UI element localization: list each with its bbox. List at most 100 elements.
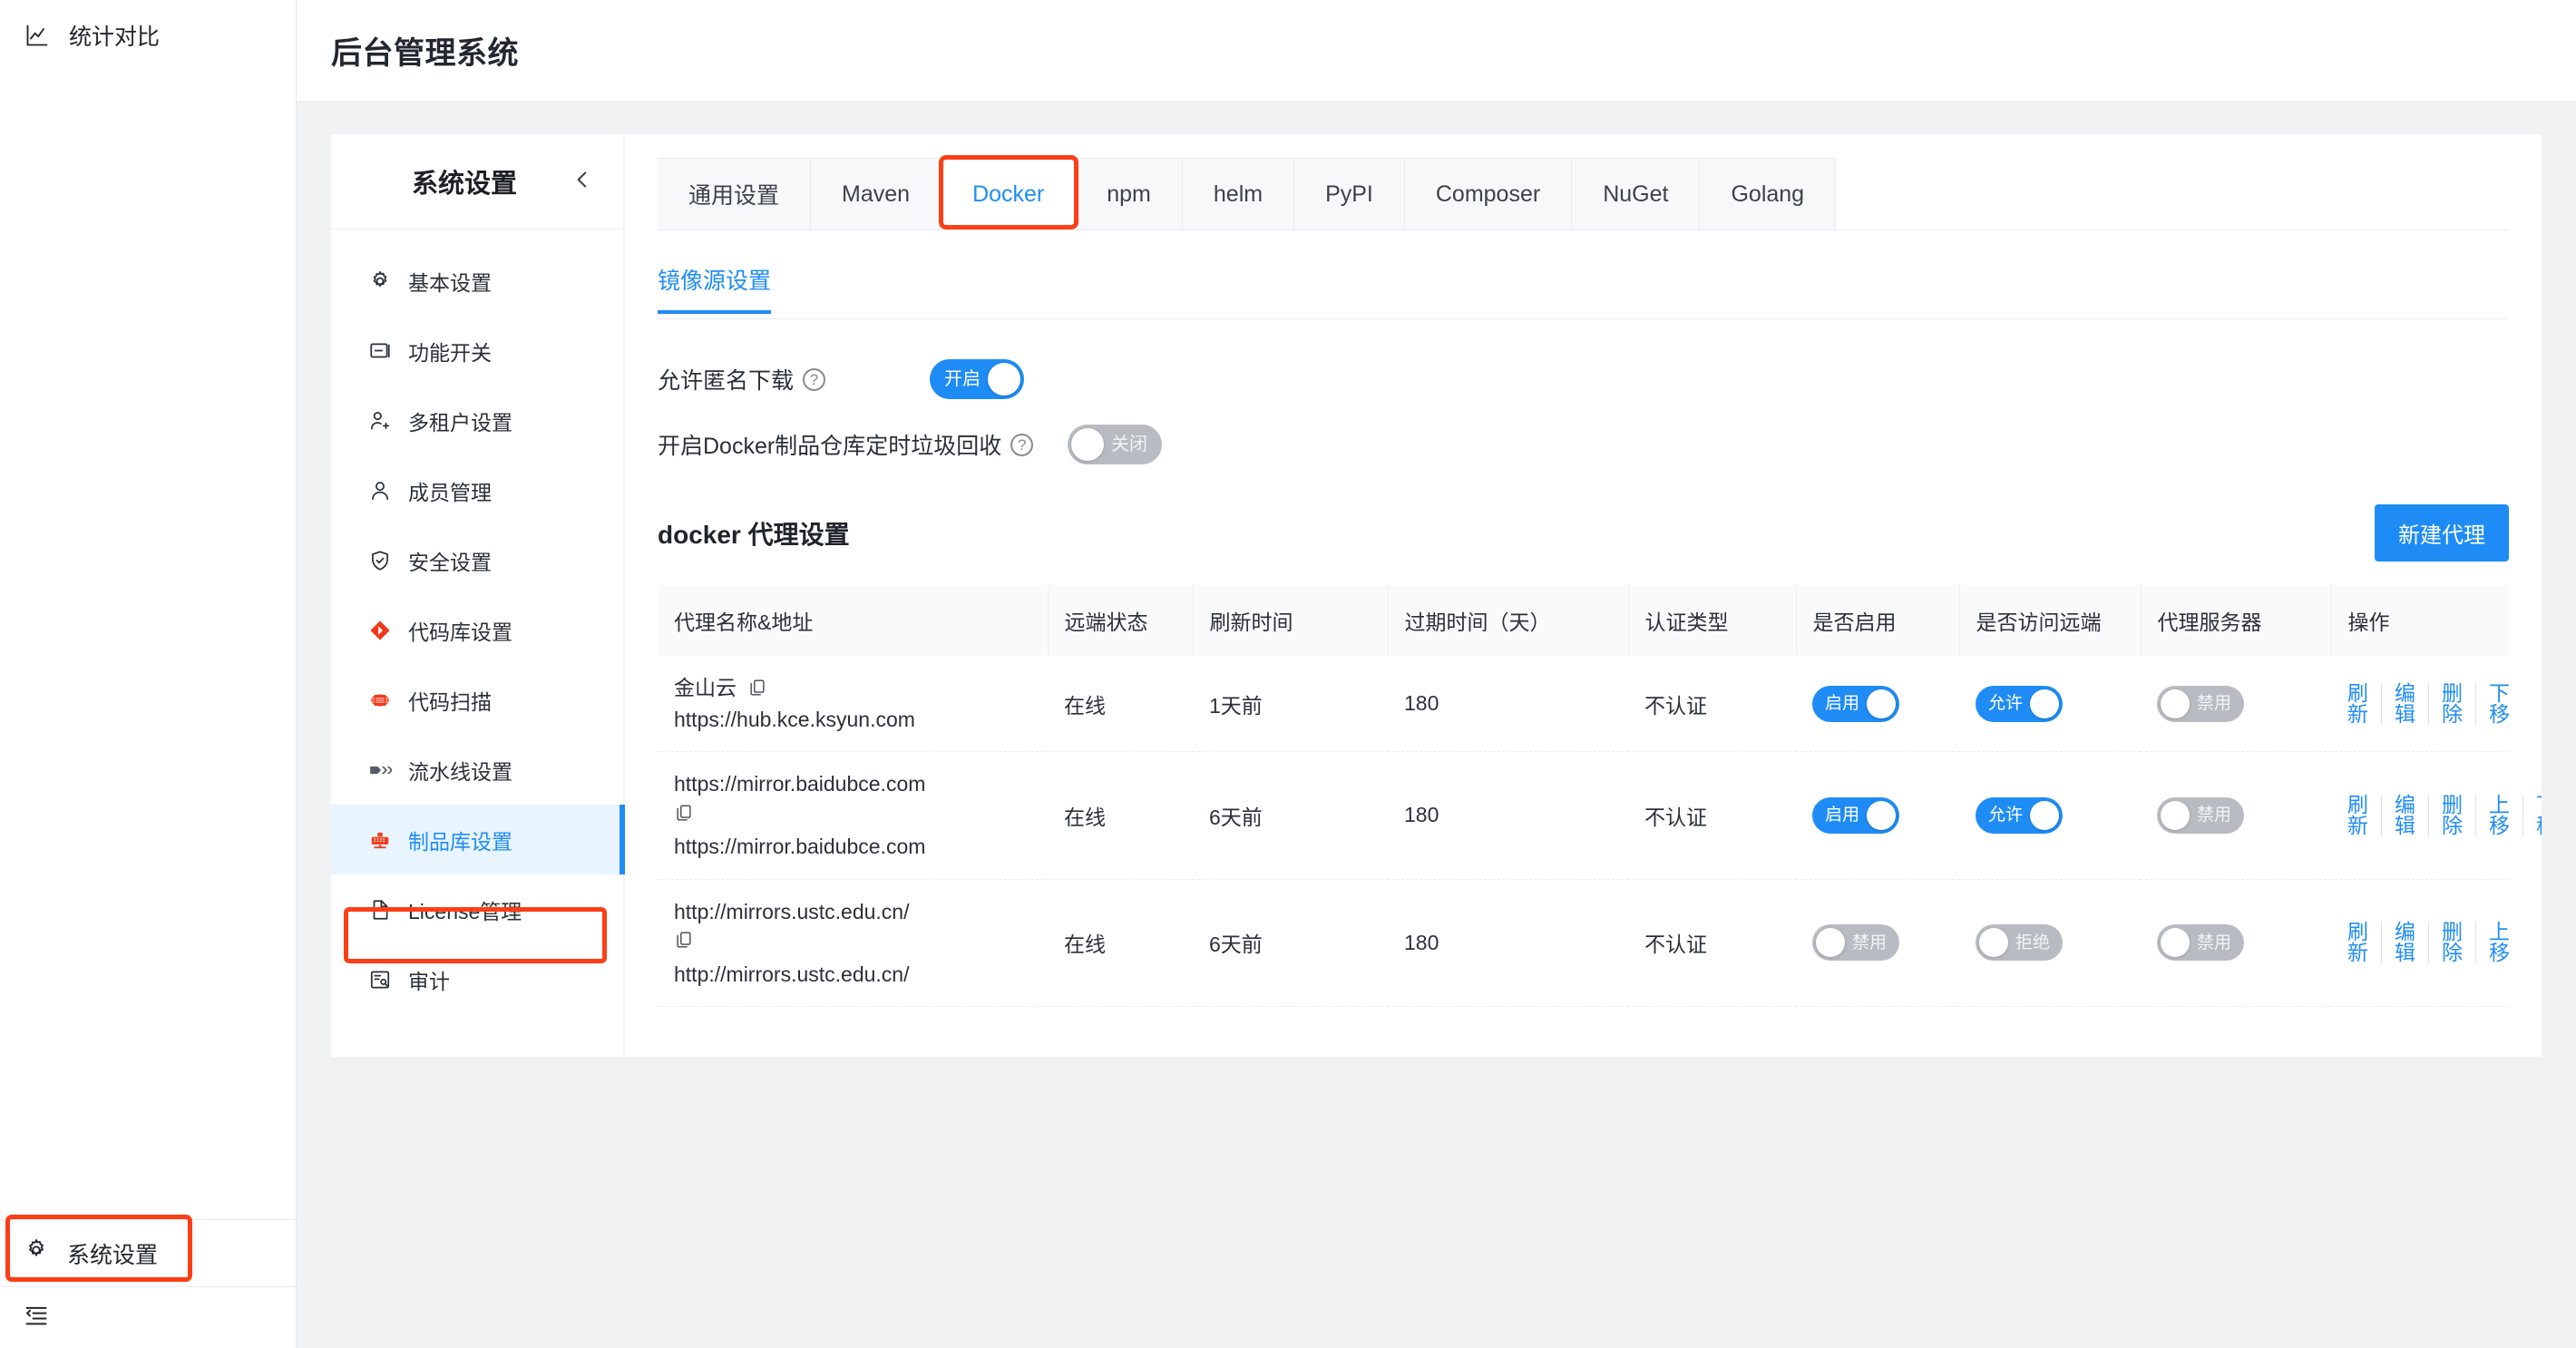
content-card: 通用设置 Maven Docker npm helm PyPI Composer NuGet G… [625, 134, 2542, 1057]
proxy-enabled-switch-label: 禁用 [1852, 933, 1888, 952]
sidebar-item-10[interactable]: License管理 [331, 874, 623, 944]
sidebar-item-6[interactable]: 代码库设置 [331, 595, 623, 665]
settings-sidebar-header: 系统设置 [331, 134, 623, 230]
sidebar-item-label: 审计 [408, 969, 450, 993]
proxy-refresh-time: 6天前 [1193, 879, 1388, 1007]
proxy-server-switch[interactable]: 禁用 [2157, 685, 2245, 722]
nav-collapse-toggle[interactable] [0, 1286, 296, 1348]
proxy-access-remote-switch-label: 允许 [1988, 806, 2024, 825]
page-title: 后台管理系统 [331, 36, 519, 71]
switch-knob [2161, 689, 2190, 718]
sidebar-item-4[interactable]: 成员管理 [331, 455, 623, 525]
copy-icon[interactable] [674, 803, 694, 823]
proxy-enabled-switch[interactable]: 启用 [1812, 685, 1900, 722]
proxy-name-line: https://mirror.baidubce.com [674, 768, 1048, 800]
sidebar-item-label: 制品库设置 [408, 829, 512, 854]
table-header-row: 代理名称&地址 远端状态 刷新时间 过期时间（天） 认证类型 是否启用 是否访问远端 代理服务… [658, 585, 2509, 656]
nav-item-system-settings[interactable]: 系统设置 [0, 1215, 296, 1286]
sidebar-item-5[interactable]: 安全设置 [331, 525, 623, 595]
switch-knob [2161, 800, 2190, 830]
sidebar-item-label: 代码库设置 [408, 620, 512, 644]
proxy-actions-cell: 刷新 编辑 删除 下移 [2331, 656, 2510, 752]
anonymous-download-switch[interactable]: 开启 [930, 359, 1024, 399]
action-link-1[interactable]: 刷新 [2347, 922, 2382, 964]
sidebar-item-label: 功能开关 [408, 340, 492, 365]
tab-npm[interactable]: npm [1076, 158, 1183, 230]
proxy-enabled-switch[interactable]: 启用 [1812, 796, 1900, 834]
tab-通用设置[interactable]: 通用设置 [658, 158, 812, 230]
proxy-enabled-switch[interactable]: 禁用 [1812, 924, 1900, 962]
switch-knob [2030, 689, 2060, 718]
proxy-server-switch[interactable]: 禁用 [2157, 924, 2245, 962]
copy-icon[interactable] [674, 930, 694, 950]
sidebar-item-7[interactable]: 代码扫描 [331, 665, 623, 735]
tab-maven[interactable]: Maven [811, 158, 942, 230]
sidebar-item-8[interactable]: 流水线设置 [331, 735, 623, 805]
action-link-2[interactable]: 编辑 [2382, 922, 2429, 964]
proxy-expire-days: 180 [1388, 751, 1628, 880]
action-link-1[interactable]: 刷新 [2347, 794, 2382, 836]
proxy-enabled-switch-cell: 启用 [1796, 751, 1959, 880]
proxy-actions-cell: 刷新编辑删除上移下移 [2331, 751, 2542, 880]
proxy-section-row: docker 代理设置 新建代理 [658, 504, 2509, 562]
proxy-auth-type: 不认证 [1628, 751, 1796, 880]
artifact-icon [367, 827, 392, 852]
switch-knob [988, 363, 1020, 396]
table-col-header-2: 远端状态 [1048, 585, 1194, 656]
nav-item-statistics[interactable]: 统计对比 [0, 0, 296, 71]
proxy-enabled-switch-cell: 禁用 [1796, 879, 1959, 1007]
action-link-4[interactable]: 下移 [2476, 682, 2510, 725]
sidebar-item-1[interactable]: 基本设置 [331, 246, 623, 316]
action-link-1[interactable]: 刷新 [2347, 682, 2382, 725]
sidebar-item-11[interactable]: 审计 [331, 944, 623, 1014]
sidebar-item-3[interactable]: 多租户设置 [331, 386, 623, 455]
proxy-server-switch-cell: 禁用 [2141, 751, 2331, 880]
action-link-3[interactable]: 删除 [2429, 794, 2476, 836]
action-link-3[interactable]: 删除 [2429, 682, 2476, 725]
action-link-4[interactable]: 上移 [2476, 922, 2510, 963]
main-region: 后台管理系统 系统设置 基本设置功能开关多租户设置成员管理 安全设置代码库设置代码… [297, 0, 2576, 1348]
tab-mirror-source-settings[interactable]: 镜像源设置 [658, 263, 772, 314]
proxy-server-switch[interactable]: 禁用 [2157, 796, 2245, 834]
proxy-access-remote-switch-label: 拒绝 [2015, 933, 2051, 952]
action-link-2[interactable]: 编辑 [2382, 682, 2429, 725]
table-col-header-1: 代理名称&地址 [658, 585, 1049, 656]
proxy-access-remote-switch[interactable]: 允许 [1976, 685, 2064, 722]
copy-icon[interactable] [747, 678, 767, 698]
action-link-4[interactable]: 上移 [2476, 794, 2523, 836]
proxy-actions: 刷新 编辑 删除 下移 [2347, 682, 2510, 725]
tab-docker[interactable]: Docker [942, 158, 1077, 230]
tab-composer[interactable]: Composer [1404, 158, 1573, 230]
app-header: 后台管理系统 [297, 0, 2576, 102]
docker-gc-label: 开启Docker制品仓库定时垃圾回收 ? [658, 428, 1068, 461]
sidebar-item-2[interactable]: 功能开关 [331, 316, 623, 386]
table-col-header-8: 代理服务器 [2141, 585, 2332, 656]
proxy-access-remote-switch[interactable]: 拒绝 [1976, 924, 2064, 962]
action-link-2[interactable]: 编辑 [2382, 794, 2429, 836]
sidebar-item-9[interactable]: 制品库设置 [331, 805, 625, 874]
chevron-left-icon[interactable] [571, 168, 594, 196]
tab-golang[interactable]: Golang [1700, 158, 1837, 230]
action-link-5[interactable]: 下移 [2523, 794, 2542, 836]
switch-knob [1816, 928, 1845, 958]
proxy-server-switch-label: 禁用 [2197, 806, 2232, 825]
proxy-server-switch-label: 禁用 [2197, 694, 2232, 713]
git-repo-icon [367, 618, 392, 642]
proxy-name: 金山云 [674, 676, 737, 699]
proxy-access-remote-switch[interactable]: 允许 [1976, 796, 2064, 834]
tab-helm[interactable]: helm [1182, 158, 1295, 230]
new-proxy-button[interactable]: 新建代理 [2375, 504, 2509, 562]
proxy-name: http://mirrors.ustc.edu.cn/ [674, 899, 910, 923]
question-circle-icon[interactable]: ? [1010, 433, 1034, 456]
proxy-address: https://mirror.baidubce.com [674, 835, 926, 858]
sidebar-item-label: 基本设置 [408, 270, 492, 295]
code-scan-icon [367, 688, 392, 712]
docker-gc-switch[interactable]: 关闭 [1068, 425, 1162, 464]
proxy-name-line: http://mirrors.ustc.edu.cn/ [674, 896, 1048, 928]
question-circle-icon[interactable]: ? [803, 367, 826, 391]
tab-pypi[interactable]: PyPI [1294, 158, 1405, 230]
proxy-access-remote-switch-cell: 允许 [1959, 751, 2141, 880]
tab-nuget[interactable]: NuGet [1572, 158, 1701, 230]
sidebar-item-label: 多租户设置 [408, 410, 512, 435]
action-link-3[interactable]: 删除 [2429, 922, 2476, 964]
